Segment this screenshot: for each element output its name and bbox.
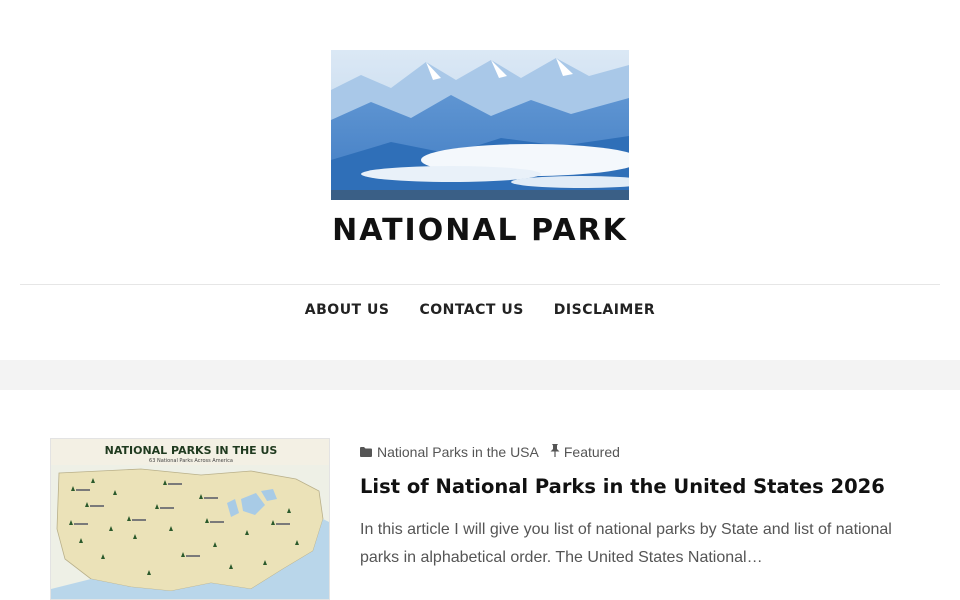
post-title-link[interactable]: List of National Parks in the United Sta… bbox=[360, 475, 885, 498]
post-category-link[interactable]: National Parks in the USA bbox=[360, 444, 539, 460]
site-logo-image[interactable] bbox=[331, 50, 629, 200]
folder-icon bbox=[360, 444, 372, 460]
section-spacer bbox=[0, 360, 960, 390]
post-excerpt: In this article I will give you list of … bbox=[360, 521, 892, 566]
pushpin-icon bbox=[550, 444, 560, 460]
post-list: NATIONAL PARKS IN THE US 63 National Par… bbox=[0, 390, 960, 600]
site-header: NATIONAL PARK ABOUT US CONTACT US DISCLA… bbox=[0, 0, 960, 360]
header-divider bbox=[20, 284, 940, 285]
thumbnail-heading: NATIONAL PARKS IN THE US bbox=[105, 444, 278, 457]
nav-item-disclaimer[interactable]: DISCLAIMER bbox=[554, 302, 655, 318]
site-title[interactable]: NATIONAL PARK bbox=[0, 213, 960, 248]
primary-navigation: ABOUT US CONTACT US DISCLAIMER bbox=[0, 302, 960, 318]
nav-item-about-us[interactable]: ABOUT US bbox=[305, 302, 390, 318]
featured-badge[interactable]: Featured bbox=[550, 444, 620, 460]
post-thumbnail[interactable]: NATIONAL PARKS IN THE US 63 National Par… bbox=[50, 438, 330, 600]
post-category-label: National Parks in the USA bbox=[377, 444, 539, 460]
thumbnail-subheading: 63 National Parks Across America bbox=[149, 458, 233, 464]
featured-label: Featured bbox=[563, 444, 620, 460]
post-meta: National Parks in the USA Featured bbox=[360, 444, 620, 460]
nav-item-contact-us[interactable]: CONTACT US bbox=[419, 302, 523, 318]
